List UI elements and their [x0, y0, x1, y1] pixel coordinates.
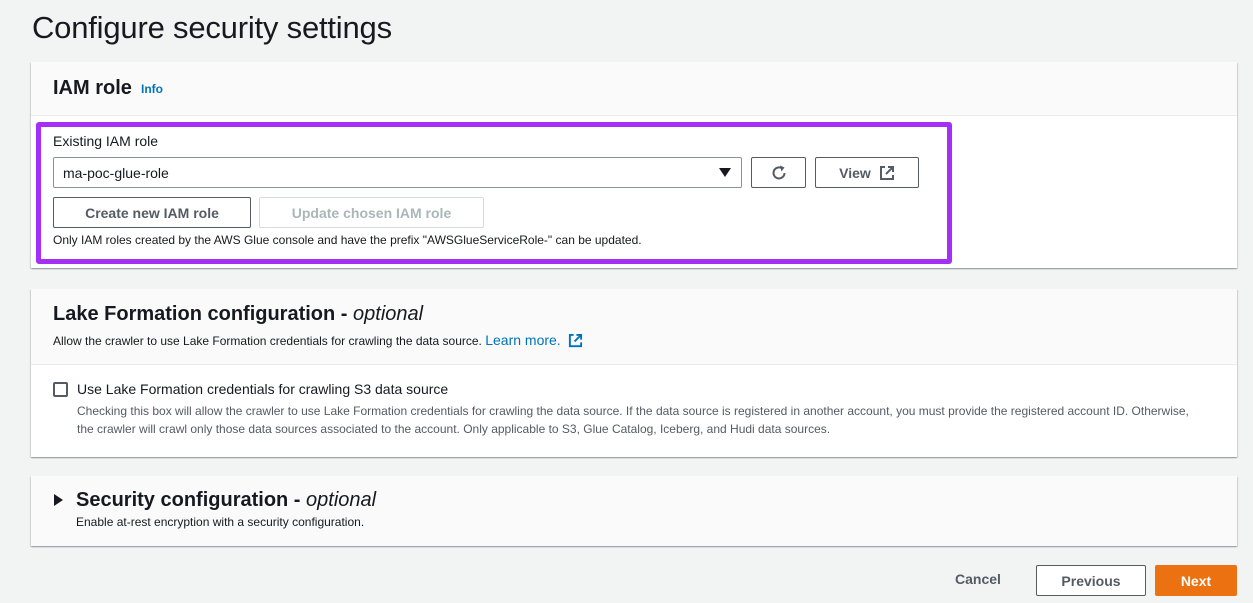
lake-formation-title: Lake Formation configuration - optional: [53, 303, 424, 325]
iam-role-select-value: ma-poc-glue-role: [63, 165, 169, 181]
cancel-button[interactable]: Cancel: [955, 571, 1001, 587]
info-link[interactable]: Info: [141, 82, 163, 96]
lake-formation-header: Lake Formation configuration - optional …: [31, 289, 1237, 365]
existing-iam-role-label: Existing IAM role: [53, 133, 159, 149]
expand-triangle-icon[interactable]: [54, 494, 63, 506]
security-configuration-panel[interactable]: Security configuration - optional Enable…: [31, 476, 1237, 546]
caret-down-icon: [719, 168, 731, 177]
lake-formation-checkbox-label[interactable]: Use Lake Formation credentials for crawl…: [77, 381, 448, 397]
iam-role-title: IAM role: [53, 77, 132, 99]
update-iam-role-button[interactable]: Update chosen IAM role: [259, 197, 484, 228]
security-configuration-description: Enable at-rest encryption with a securit…: [76, 515, 365, 529]
lake-formation-description: Allow the crawler to use Lake Formation …: [53, 332, 583, 348]
external-link-icon[interactable]: [568, 333, 583, 348]
lake-formation-panel: Lake Formation configuration - optional …: [31, 289, 1237, 457]
refresh-button[interactable]: [751, 157, 806, 188]
create-iam-role-button[interactable]: Create new IAM role: [53, 197, 251, 228]
iam-role-hint: Only IAM roles created by the AWS Glue c…: [53, 233, 642, 247]
optional-label: optional: [306, 489, 377, 511]
view-button[interactable]: View: [815, 157, 919, 188]
page-title: Configure security settings: [32, 10, 392, 45]
learn-more-link[interactable]: Learn more.: [485, 332, 560, 348]
next-button[interactable]: Next: [1155, 565, 1237, 596]
iam-role-select[interactable]: ma-poc-glue-role: [53, 157, 742, 188]
security-configuration-title[interactable]: Security configuration - optional: [76, 489, 376, 512]
refresh-icon: [772, 165, 785, 179]
lake-formation-checkbox[interactable]: [53, 382, 68, 397]
previous-button[interactable]: Previous: [1036, 565, 1146, 596]
optional-label: optional: [353, 303, 424, 325]
external-link-icon: [879, 165, 894, 180]
view-button-label: View: [839, 164, 871, 181]
lake-formation-checkbox-description: Checking this box will allow the crawler…: [77, 404, 1189, 436]
iam-role-header: IAM role Info: [31, 62, 1237, 116]
